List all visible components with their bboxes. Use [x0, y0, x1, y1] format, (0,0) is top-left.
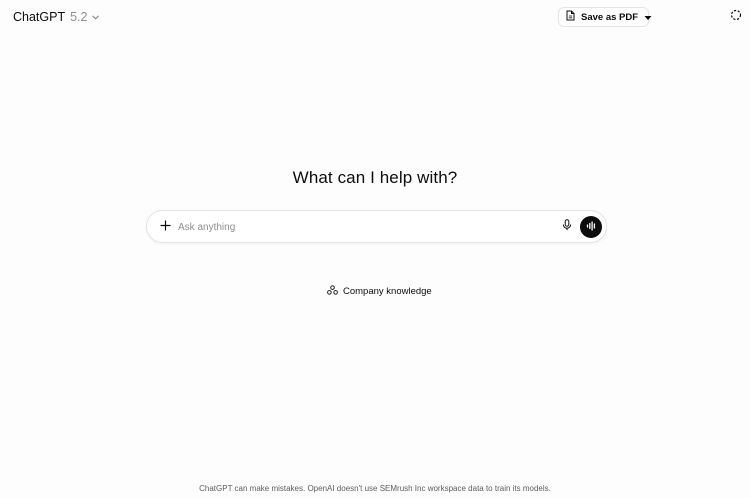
document-icon: [566, 8, 575, 26]
microphone-icon: [562, 218, 572, 236]
save-as-pdf-label: Save as PDF: [581, 11, 639, 23]
save-as-pdf-button[interactable]: Save as PDF: [559, 8, 644, 26]
chevron-down-icon: [91, 12, 101, 22]
model-switcher[interactable]: ChatGPT 5.2: [8, 6, 106, 28]
caret-down-icon: [644, 8, 652, 26]
company-knowledge-label: Company knowledge: [343, 285, 432, 297]
model-name: ChatGPT: [13, 10, 66, 24]
footer-disclaimer: ChatGPT can make mistakes. OpenAI doesn'…: [199, 484, 551, 493]
temporary-chat-button[interactable]: [728, 9, 744, 25]
prompt-input[interactable]: [178, 218, 548, 236]
plus-icon: [159, 218, 171, 236]
composer: [146, 210, 607, 243]
attach-button[interactable]: [155, 217, 175, 237]
connector-icon: [327, 282, 338, 300]
save-as-pdf-group: Save as PDF: [558, 7, 652, 27]
page-heading: What can I help with?: [292, 168, 458, 187]
chatgpt-app: ChatGPT 5.2 Save as PDF What can I help …: [0, 0, 750, 498]
header: ChatGPT 5.2 Save as PDF: [0, 0, 750, 34]
voice-waveform-icon: [586, 218, 597, 236]
voice-mode-button[interactable]: [580, 216, 602, 238]
company-knowledge-chip[interactable]: Company knowledge: [320, 281, 432, 301]
model-version: 5.2: [70, 10, 88, 24]
save-as-pdf-dropdown[interactable]: [644, 8, 652, 26]
dictate-button[interactable]: [557, 217, 577, 237]
dashed-circle-icon: [730, 8, 742, 26]
